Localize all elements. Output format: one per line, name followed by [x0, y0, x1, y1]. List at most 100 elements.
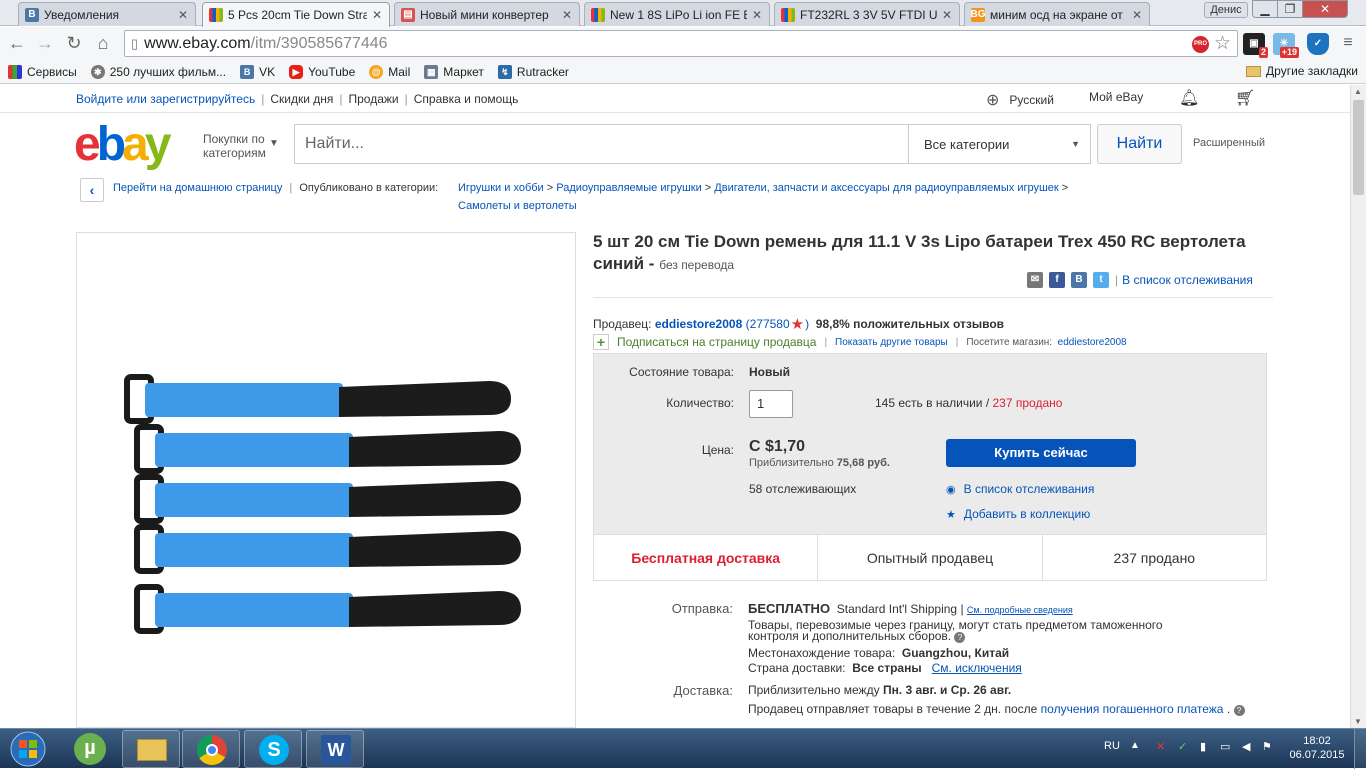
tab-ftdi[interactable]: FT232RL 3 3V 5V FTDI US ✕ — [774, 2, 960, 26]
twitter-icon[interactable]: t — [1093, 272, 1109, 288]
show-desktop-button[interactable] — [1354, 729, 1366, 769]
utorrent-taskbar-icon[interactable]: µ — [62, 730, 120, 768]
folder-icon — [1246, 65, 1262, 77]
profile-button[interactable]: Денис — [1204, 2, 1248, 18]
add-collection-label: Добавить в коллекцию — [963, 507, 1091, 521]
plus-icon[interactable]: + — [593, 334, 609, 350]
close-window-button[interactable]: ✕ — [1302, 0, 1348, 18]
volume-icon[interactable]: ◀ — [1242, 740, 1250, 753]
maximize-button[interactable]: ❐ — [1277, 0, 1303, 18]
other-bookmarks[interactable]: Другие закладки — [1246, 64, 1358, 78]
shipping-details-link[interactable]: См. подробные сведения — [967, 605, 1073, 615]
category-select[interactable]: Все категории ▼ — [908, 124, 1091, 164]
breadcrumb-toys[interactable]: Игрушки и хобби — [458, 182, 544, 194]
close-tab-icon[interactable]: ✕ — [371, 8, 383, 22]
bell-icon[interactable]: 🔔︎ — [1179, 88, 1199, 108]
browse-categories-button[interactable]: Покупки по категориям ▼ — [203, 132, 279, 160]
close-tab-icon[interactable]: ✕ — [1131, 8, 1143, 22]
seller-name-link[interactable]: eddiestore2008 — [655, 317, 742, 331]
subscribe-link[interactable]: Подписаться на страницу продавца — [617, 335, 816, 349]
shield-icon[interactable]: ✓ — [1307, 33, 1329, 55]
help-icon[interactable]: ? — [954, 632, 966, 643]
quantity-input[interactable]: 1 — [749, 390, 793, 418]
bookmark-mail[interactable]: @ Mail — [369, 64, 410, 79]
vk-icon[interactable]: B — [1071, 272, 1087, 288]
search-input[interactable]: Найти... — [294, 124, 908, 164]
skype-taskbar-icon[interactable]: S — [244, 730, 302, 768]
language-selector[interactable]: ⊕ Русский — [986, 90, 1054, 110]
sign-in-link[interactable]: Войдите или зарегистрируйтесь — [76, 92, 255, 106]
explorer-taskbar-icon[interactable] — [122, 730, 180, 768]
start-button[interactable] — [2, 729, 56, 769]
breadcrumb-planes[interactable]: Самолеты и вертолеты — [458, 200, 577, 212]
store-link[interactable]: eddiestore2008 — [1058, 337, 1127, 348]
tab-osd[interactable]: BG миним осд на экране от ✕ — [964, 2, 1150, 26]
security-icon[interactable]: ✓ — [1178, 740, 1187, 753]
add-collection-link[interactable]: ★ Добавить в коллекцию — [946, 507, 1090, 521]
bookmark-films[interactable]: ✱ 250 лучших фильм... — [90, 64, 226, 79]
forward-arrow-icon[interactable]: → — [34, 32, 56, 54]
breadcrumb-engines[interactable]: Двигатели, запчасти и аксессуары для рад… — [714, 182, 1058, 194]
pro-extension-icon[interactable]: PRO — [1192, 36, 1209, 53]
minimize-button[interactable]: ▁ — [1252, 0, 1278, 18]
advanced-search-link[interactable]: Расширенный — [1193, 137, 1265, 149]
page-scrollbar[interactable]: ▲ ▼ — [1350, 85, 1366, 728]
cart-icon[interactable]: 🛒︎ — [1235, 88, 1255, 108]
bookmark-star-icon[interactable]: ☆ — [1214, 32, 1231, 55]
back-chevron-icon[interactable]: ‹ — [80, 178, 104, 202]
tab-title: FT232RL 3 3V 5V FTDI US — [800, 7, 937, 22]
bookmark-youtube[interactable]: ▶ YouTube — [289, 64, 355, 79]
my-ebay-link[interactable]: Мой eBay — [1089, 90, 1143, 104]
scroll-thumb[interactable] — [1353, 100, 1364, 195]
help-icon[interactable]: ? — [1233, 705, 1245, 716]
menu-icon[interactable]: ≡ — [1337, 32, 1359, 54]
ebay-logo[interactable]: ebay — [74, 120, 171, 170]
product-image[interactable] — [76, 232, 576, 728]
address-bar[interactable]: ▯ www.ebay.com/itm/390585677446 PRO ☆ — [124, 30, 1238, 57]
extension-icon[interactable]: ▣ 2 — [1243, 33, 1268, 58]
chrome-taskbar-icon[interactable] — [182, 730, 240, 768]
weather-icon[interactable]: ☀ +19 — [1273, 33, 1299, 58]
bookmark-vk[interactable]: B VK — [240, 64, 275, 79]
signal-icon[interactable]: ▮ — [1200, 740, 1206, 753]
other-items-link[interactable]: Показать другие товары — [835, 337, 948, 348]
breadcrumb-rc-toys[interactable]: Радиоуправляемые игрушки — [556, 182, 702, 194]
seller-score-link[interactable]: 277580 — [750, 317, 790, 331]
tab-ebay-item[interactable]: 5 Pcs 20cm Tie Down Stra ✕ — [202, 2, 390, 27]
bookmark-services[interactable]: Сервисы — [8, 64, 77, 79]
tray-chevron-icon[interactable]: ▲ — [1130, 740, 1140, 751]
deals-link[interactable]: Скидки дня — [270, 92, 333, 106]
home-link[interactable]: Перейти на домашнюю страницу — [113, 182, 282, 194]
network-warning-icon[interactable]: ✕ — [1156, 740, 1165, 753]
email-icon[interactable]: ✉ — [1027, 272, 1043, 288]
exceptions-link[interactable]: См. исключения — [932, 661, 1022, 675]
home-icon[interactable]: ⌂ — [92, 32, 114, 54]
scroll-up-icon[interactable]: ▲ — [1354, 87, 1362, 96]
bookmark-label: Маркет — [443, 64, 484, 79]
help-link[interactable]: Справка и помощь — [414, 92, 519, 106]
word-taskbar-icon[interactable]: W — [306, 730, 364, 768]
battery-icon[interactable]: ▭ — [1220, 740, 1230, 753]
add-to-watchlist-link[interactable]: В список отслеживания — [1122, 273, 1253, 287]
watch-link[interactable]: ◉ В список отслеживания — [946, 482, 1094, 496]
scroll-down-icon[interactable]: ▼ — [1354, 717, 1362, 726]
search-button[interactable]: Найти — [1097, 124, 1182, 164]
facebook-icon[interactable]: f — [1049, 272, 1065, 288]
payment-link[interactable]: получения погашенного платежа — [1041, 702, 1224, 716]
bookmark-rutracker[interactable]: ↯ Rutracker — [497, 64, 569, 79]
reload-icon[interactable]: ↻ — [63, 32, 85, 54]
bookmark-market[interactable]: ▦ Маркет — [424, 64, 484, 79]
input-language[interactable]: RU — [1104, 740, 1120, 752]
close-tab-icon[interactable]: ✕ — [561, 8, 573, 22]
back-arrow-icon[interactable]: ← — [6, 32, 28, 54]
buy-now-button[interactable]: Купить сейчас — [946, 439, 1136, 467]
close-tab-icon[interactable]: ✕ — [177, 8, 189, 22]
tab-notifications[interactable]: B Уведомления ✕ — [18, 2, 196, 26]
sell-link[interactable]: Продажи — [349, 92, 399, 106]
tab-converter[interactable]: ▤ Новый мини конвертер ✕ — [394, 2, 580, 26]
close-tab-icon[interactable]: ✕ — [941, 8, 953, 22]
clock[interactable]: 18:02 06.07.2015 — [1286, 734, 1348, 762]
language-icon[interactable]: ⚑ — [1262, 740, 1272, 753]
tab-lipo[interactable]: New 1 8S LiPo Li ion FE B ✕ — [584, 2, 770, 26]
close-tab-icon[interactable]: ✕ — [751, 8, 763, 22]
